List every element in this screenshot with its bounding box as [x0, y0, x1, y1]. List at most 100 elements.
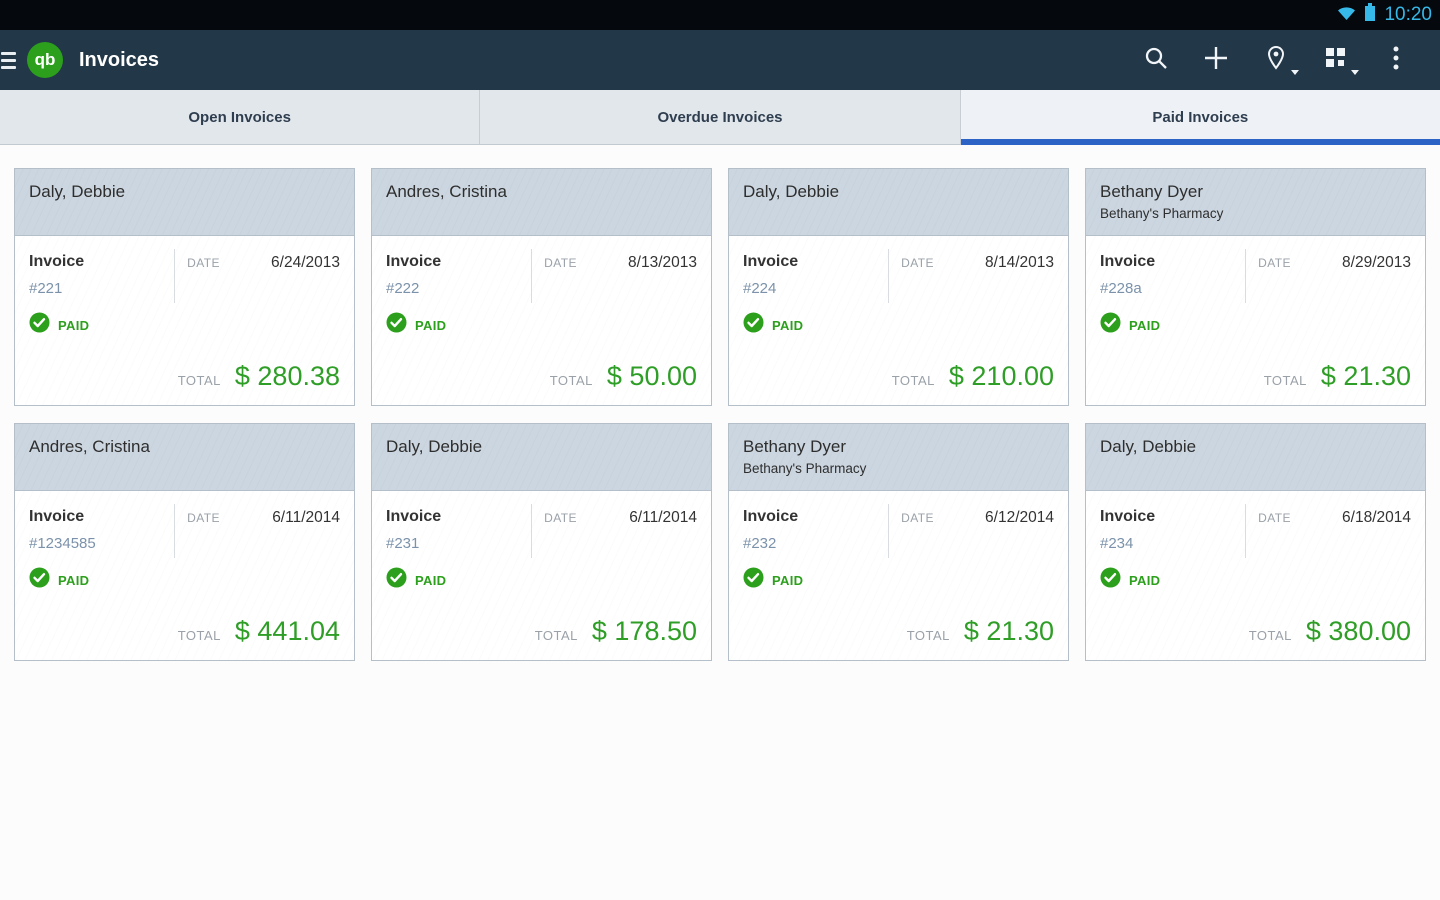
total-label: TOTAL	[1249, 628, 1292, 643]
invoice-label: Invoice	[743, 253, 878, 271]
paid-badge: PAID	[58, 318, 89, 333]
total-row: TOTAL $ 21.30	[1100, 361, 1411, 394]
invoice-row: Invoice #234 DATE 6/18/2014	[1100, 504, 1411, 558]
search-icon	[1143, 45, 1169, 76]
paid-status: PAID	[743, 567, 1054, 593]
card-body: Invoice #234 DATE 6/18/2014 PAID	[1086, 491, 1425, 660]
total-label: TOTAL	[907, 628, 950, 643]
menu-button[interactable]	[1, 30, 21, 90]
card-header: Daly, Debbie	[1086, 424, 1425, 491]
page-title: Invoices	[79, 49, 159, 72]
total-label: TOTAL	[535, 628, 578, 643]
paid-check-icon	[386, 312, 407, 338]
overflow-menu-button[interactable]	[1366, 30, 1426, 90]
invoice-card[interactable]: Daly, Debbie Invoice #221 DATE 6/24/2013	[14, 168, 355, 406]
paid-badge: PAID	[1129, 573, 1160, 588]
date-label: DATE	[901, 254, 934, 303]
paid-badge: PAID	[772, 573, 803, 588]
invoice-card[interactable]: Daly, Debbie Invoice #231 DATE 6/11/2014	[371, 423, 712, 661]
invoice-card[interactable]: Daly, Debbie Invoice #234 DATE 6/18/2014	[1085, 423, 1426, 661]
battery-icon	[1364, 3, 1376, 27]
date-label: DATE	[1258, 509, 1291, 558]
card-header: Bethany Dyer Bethany's Pharmacy	[729, 424, 1068, 491]
invoice-id-section: Invoice #224	[743, 249, 889, 303]
company-name: Bethany's Pharmacy	[1100, 206, 1411, 221]
location-button[interactable]	[1246, 30, 1306, 90]
invoice-card[interactable]: Andres, Cristina Invoice #222 DATE 8/13/…	[371, 168, 712, 406]
total-label: TOTAL	[178, 373, 221, 388]
invoice-row: Invoice #231 DATE 6/11/2014	[386, 504, 697, 558]
invoice-label: Invoice	[29, 508, 164, 526]
date-value: 8/29/2013	[1342, 254, 1411, 303]
invoice-label: Invoice	[29, 253, 164, 271]
paid-badge: PAID	[415, 318, 446, 333]
invoice-date-section: DATE 6/12/2014	[889, 504, 1054, 558]
paid-check-icon	[743, 312, 764, 338]
total-amount: $ 210.00	[949, 361, 1054, 392]
paid-badge: PAID	[58, 573, 89, 588]
paid-check-icon	[386, 567, 407, 593]
paid-status: PAID	[386, 312, 697, 338]
date-label: DATE	[1258, 254, 1291, 303]
paid-badge: PAID	[415, 573, 446, 588]
apps-grid-button[interactable]	[1306, 30, 1366, 90]
card-body: Invoice #228a DATE 8/29/2013 PAID	[1086, 236, 1425, 405]
chevron-down-icon	[1351, 70, 1359, 75]
search-button[interactable]	[1126, 30, 1186, 90]
add-invoice-button[interactable]	[1186, 30, 1246, 90]
date-value: 6/18/2014	[1342, 509, 1411, 558]
invoice-row: Invoice #228a DATE 8/29/2013	[1100, 249, 1411, 303]
invoice-id-section: Invoice #1234585	[29, 504, 175, 558]
total-label: TOTAL	[178, 628, 221, 643]
paid-check-icon	[29, 312, 50, 338]
invoice-label: Invoice	[386, 253, 521, 271]
card-body: Invoice #222 DATE 8/13/2013 PAID	[372, 236, 711, 405]
total-row: TOTAL $ 50.00	[386, 361, 697, 394]
invoice-card[interactable]: Bethany Dyer Bethany's Pharmacy Invoice …	[1085, 168, 1426, 406]
plus-icon	[1203, 45, 1229, 76]
invoice-row: Invoice #224 DATE 8/14/2013	[743, 249, 1054, 303]
tab-underline	[961, 139, 1440, 145]
status-bar: 10:20	[0, 0, 1440, 30]
paid-status: PAID	[1100, 312, 1411, 338]
date-label: DATE	[187, 254, 220, 303]
total-row: TOTAL $ 21.30	[743, 616, 1054, 649]
appbar-actions	[1126, 30, 1440, 90]
invoice-card[interactable]: Bethany Dyer Bethany's Pharmacy Invoice …	[728, 423, 1069, 661]
invoice-date-section: DATE 6/24/2013	[175, 249, 340, 303]
paid-status: PAID	[1100, 567, 1411, 593]
tab-overdue-invoices[interactable]: Overdue Invoices	[479, 90, 959, 144]
paid-check-icon	[1100, 567, 1121, 593]
invoice-number: #222	[386, 280, 521, 297]
paid-check-icon	[743, 567, 764, 593]
invoice-card[interactable]: Daly, Debbie Invoice #224 DATE 8/14/2013	[728, 168, 1069, 406]
invoice-label: Invoice	[386, 508, 521, 526]
invoice-row: Invoice #1234585 DATE 6/11/2014	[29, 504, 340, 558]
customer-name: Daly, Debbie	[1100, 437, 1411, 457]
total-amount: $ 50.00	[607, 361, 697, 392]
card-header: Bethany Dyer Bethany's Pharmacy	[1086, 169, 1425, 236]
total-amount: $ 178.50	[592, 616, 697, 647]
card-body: Invoice #231 DATE 6/11/2014 PAID	[372, 491, 711, 660]
card-header: Daly, Debbie	[15, 169, 354, 236]
invoice-date-section: DATE 6/11/2014	[175, 504, 340, 558]
total-label: TOTAL	[550, 373, 593, 388]
invoice-card[interactable]: Andres, Cristina Invoice #1234585 DATE 6…	[14, 423, 355, 661]
date-value: 8/13/2013	[628, 254, 697, 303]
location-pin-icon	[1264, 45, 1288, 76]
invoice-id-section: Invoice #232	[743, 504, 889, 558]
tab-paid-invoices[interactable]: Paid Invoices	[960, 90, 1440, 144]
invoice-row: Invoice #232 DATE 6/12/2014	[743, 504, 1054, 558]
total-amount: $ 21.30	[1321, 361, 1411, 392]
card-header: Daly, Debbie	[729, 169, 1068, 236]
invoice-number: #228a	[1100, 280, 1235, 297]
invoice-number: #224	[743, 280, 878, 297]
invoice-card-grid: Daly, Debbie Invoice #221 DATE 6/24/2013	[0, 145, 1440, 661]
invoice-label: Invoice	[1100, 508, 1235, 526]
invoice-number: #231	[386, 535, 521, 552]
card-body: Invoice #232 DATE 6/12/2014 PAID	[729, 491, 1068, 660]
total-row: TOTAL $ 441.04	[29, 616, 340, 649]
invoice-number: #232	[743, 535, 878, 552]
tab-open-invoices[interactable]: Open Invoices	[0, 90, 479, 144]
paid-check-icon	[1100, 312, 1121, 338]
